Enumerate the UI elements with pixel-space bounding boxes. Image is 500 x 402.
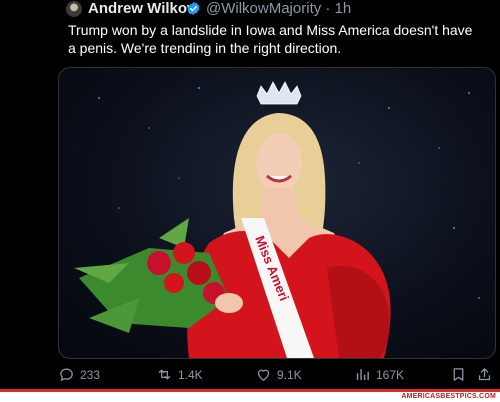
share-action[interactable] [476, 366, 493, 383]
post-time[interactable]: 1h [335, 0, 352, 17]
bookmark-action[interactable] [450, 366, 467, 383]
reply-count: 233 [80, 367, 101, 382]
footer-stripe [0, 389, 500, 392]
tweet-card: Andrew Wilkow @WilkowMajority · 1h Trump… [0, 0, 500, 402]
hand [215, 293, 243, 313]
site-footer-bar: AMERICASBESTPICS.COM [0, 389, 500, 402]
crown [256, 81, 302, 105]
view-count: 167K [376, 367, 405, 382]
heart-icon [257, 369, 270, 381]
like-action[interactable]: 9.1K [255, 366, 302, 383]
views-action[interactable]: 167K [354, 366, 404, 383]
reply-action[interactable]: 233 [58, 366, 100, 383]
reply-icon [60, 368, 73, 382]
author-handle[interactable]: @WilkowMajority [206, 0, 321, 17]
author-handle-and-time[interactable]: @WilkowMajority · 1h [206, 0, 351, 17]
tweet-actions-bar: 233 1.4K 9.1K 167K [58, 366, 494, 386]
site-watermark: AMERICASBESTPICS.COM [401, 393, 496, 400]
like-count: 9.1K [277, 367, 302, 382]
bookmark-icon [453, 368, 464, 381]
repost-icon [158, 369, 171, 380]
author-name[interactable]: Andrew Wilkow [88, 0, 199, 17]
tweet-media-photo[interactable]: Miss Ameri [58, 67, 496, 359]
views-chart-icon [356, 368, 369, 381]
verified-badge-icon [187, 1, 200, 16]
share-icon [478, 368, 491, 381]
tweet-text: Trump won by a landslide in Iowa and Mis… [68, 22, 473, 56]
photo-illustration: Miss Ameri [74, 81, 480, 358]
time-separator: · [325, 0, 331, 17]
repost-action[interactable]: 1.4K [156, 366, 203, 383]
author-avatar[interactable] [66, 1, 82, 17]
repost-count: 1.4K [178, 367, 203, 382]
face [256, 133, 302, 193]
